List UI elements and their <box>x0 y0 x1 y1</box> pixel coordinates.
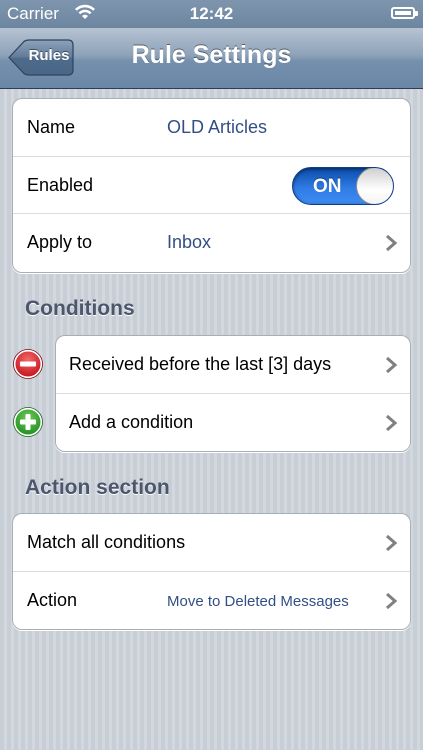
apply-to-label: Apply to <box>27 232 93 252</box>
enabled-row: Enabled ON <box>13 156 410 213</box>
match-all-row[interactable]: Match all conditions <box>13 514 410 571</box>
status-bar: Carrier 12:42 <box>0 0 423 28</box>
name-value: OLD Articles <box>167 117 268 137</box>
match-all-label: Match all conditions <box>27 532 186 552</box>
chevron-right-icon <box>386 414 398 432</box>
clock: 12:42 <box>189 4 234 23</box>
toggle-state-label: ON <box>313 176 342 197</box>
name-row[interactable]: Name OLD Articles <box>13 99 410 156</box>
page-title: Rule Settings <box>131 41 292 69</box>
condition-item[interactable]: Received before the last [3] days <box>56 336 410 393</box>
conditions-header: Conditions <box>25 297 135 320</box>
name-label: Name <box>27 117 76 137</box>
add-condition-label: Add a condition <box>69 412 194 432</box>
chevron-right-icon <box>386 534 398 552</box>
add-condition-icon[interactable] <box>13 407 43 437</box>
conditions-group: Received before the last [3] days Add a … <box>55 335 411 452</box>
action-section-header: Action section <box>25 476 170 499</box>
apply-to-row[interactable]: Apply to Inbox <box>13 213 410 270</box>
chevron-right-icon <box>386 592 398 610</box>
enabled-label: Enabled <box>27 175 94 195</box>
action-label: Action <box>27 590 78 610</box>
navigation-bar: Rules Rule Settings <box>0 28 423 89</box>
action-row[interactable]: Action Move to Deleted Messages <box>13 571 410 628</box>
chevron-right-icon <box>386 356 398 374</box>
add-condition-row[interactable]: Add a condition <box>56 393 410 450</box>
action-value: Move to Deleted Messages <box>167 593 349 610</box>
chevron-right-icon <box>386 234 398 252</box>
action-group: Match all conditions Action Move to Dele… <box>12 513 411 630</box>
battery-icon <box>391 7 418 19</box>
toggle-knob <box>356 168 393 204</box>
enabled-toggle[interactable]: ON <box>292 167 394 205</box>
delete-condition-icon[interactable] <box>13 349 43 379</box>
condition-item-label: Received before the last [3] days <box>69 354 332 374</box>
apply-to-value: Inbox <box>167 232 212 252</box>
rule-settings-group: Name OLD Articles Enabled ON Apply to In… <box>12 98 411 273</box>
